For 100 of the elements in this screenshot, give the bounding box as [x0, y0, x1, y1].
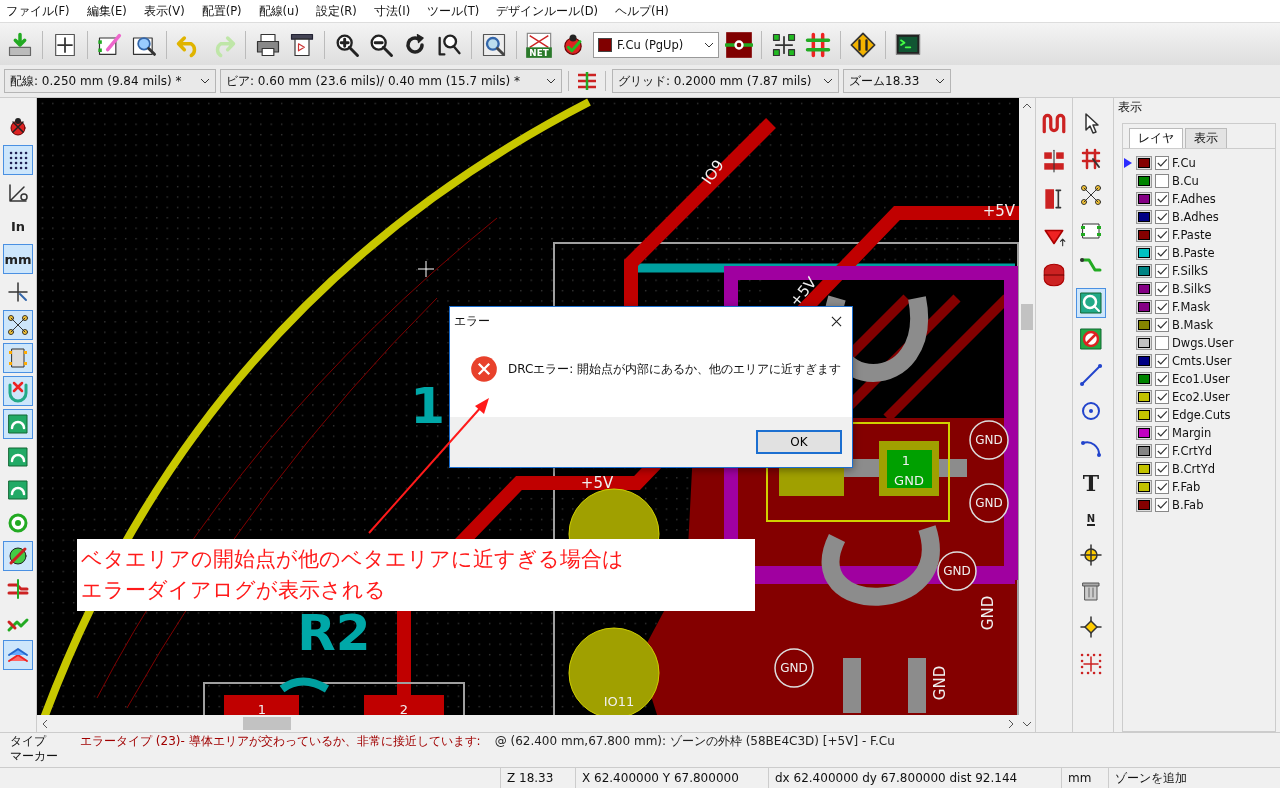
checkbox[interactable] — [1155, 282, 1169, 296]
gap-icon[interactable] — [1041, 148, 1067, 174]
layer-name[interactable]: Dwgs.User — [1172, 336, 1234, 350]
layer-name[interactable]: F.Paste — [1172, 228, 1212, 242]
menu-item[interactable]: 表示(V) — [143, 3, 185, 19]
track-spacing-icon[interactable] — [575, 69, 599, 93]
checkbox[interactable] — [1155, 462, 1169, 476]
menu-item[interactable]: 設定(R) — [315, 3, 357, 19]
layer-name[interactable]: Edge.Cuts — [1172, 408, 1231, 422]
layer-name[interactable]: B.CrtYd — [1172, 462, 1216, 476]
checkbox[interactable] — [1155, 354, 1169, 368]
menu-item[interactable]: ファイル(F) — [6, 3, 70, 19]
layer-pair-icon[interactable] — [725, 31, 753, 59]
layer-name[interactable]: F.Mask — [1172, 300, 1211, 314]
checkbox[interactable] — [1155, 156, 1169, 170]
checkbox[interactable] — [1155, 372, 1169, 386]
color-swatch[interactable] — [1136, 390, 1152, 404]
grid-dropdown[interactable]: グリッド: 0.2000 mm (7.87 mils) — [612, 69, 839, 93]
layer-name[interactable]: F.SilkS — [1172, 264, 1209, 278]
layer-name[interactable]: F.Cu — [1172, 156, 1196, 170]
layer-name[interactable]: F.Fab — [1172, 480, 1201, 494]
zoom-dropdown[interactable]: ズーム18.33 — [843, 69, 951, 93]
plotter-icon[interactable] — [288, 31, 316, 59]
layer-name[interactable]: B.Paste — [1172, 246, 1215, 260]
checkbox[interactable] — [1155, 174, 1169, 188]
color-swatch[interactable] — [1136, 426, 1152, 440]
tab[interactable]: レイヤ — [1129, 128, 1183, 148]
layer-name[interactable]: Eco2.User — [1172, 390, 1230, 404]
scroll-down-icon[interactable] — [1022, 719, 1032, 729]
scroll-right-icon[interactable] — [1006, 718, 1016, 729]
color-swatch[interactable] — [1136, 372, 1152, 386]
units-button[interactable]: mm — [3, 244, 33, 274]
layer-name[interactable]: F.CrtYd — [1172, 444, 1212, 458]
grid-hash-icon[interactable] — [804, 31, 832, 59]
color-swatch[interactable] — [1136, 318, 1152, 332]
layer-name[interactable]: Cmts.User — [1172, 354, 1232, 368]
checkbox[interactable] — [1155, 246, 1169, 260]
checkbox[interactable] — [1155, 498, 1169, 512]
text-tool-button[interactable]: T — [1076, 468, 1106, 498]
scroll-left-icon[interactable] — [40, 718, 50, 729]
color-swatch[interactable] — [1136, 228, 1152, 242]
via-size-dropdown[interactable]: ビア: 0.60 mm (23.6 mils)/ 0.40 mm (15.7 mils) * — [220, 69, 562, 93]
checkbox[interactable] — [1155, 480, 1169, 494]
color-swatch[interactable] — [1136, 408, 1152, 422]
menu-item[interactable]: 配線(u) — [258, 3, 299, 19]
color-swatch[interactable] — [1136, 300, 1152, 314]
checkbox[interactable] — [1155, 408, 1169, 422]
checkbox[interactable] — [1155, 318, 1169, 332]
color-swatch[interactable] — [1136, 498, 1152, 512]
scroll-up-icon[interactable] — [1022, 101, 1032, 111]
layer-name[interactable]: B.Fab — [1172, 498, 1204, 512]
ok-button[interactable]: OK — [756, 430, 842, 454]
color-swatch[interactable] — [1136, 246, 1152, 260]
color-swatch[interactable] — [1136, 210, 1152, 224]
color-swatch[interactable] — [1136, 282, 1152, 296]
layer-name[interactable]: B.Adhes — [1172, 210, 1219, 224]
color-swatch[interactable] — [1136, 444, 1152, 458]
checkbox[interactable] — [1155, 264, 1169, 278]
menu-item[interactable]: 編集(E) — [86, 3, 127, 19]
menu-item[interactable]: 配置(P) — [201, 3, 242, 19]
checkbox[interactable] — [1155, 210, 1169, 224]
tab[interactable]: 表示 — [1185, 128, 1227, 148]
checkbox[interactable] — [1155, 336, 1169, 350]
layer-name[interactable]: B.Mask — [1172, 318, 1214, 332]
layer-name[interactable]: Margin — [1172, 426, 1212, 440]
checkbox[interactable] — [1155, 192, 1169, 206]
track-width-dropdown[interactable]: 配線: 0.250 mm (9.84 mils) * — [4, 69, 216, 93]
search-icon[interactable] — [480, 31, 508, 59]
scrollbar-thumb[interactable] — [1021, 304, 1033, 330]
units-button[interactable]: In — [3, 211, 33, 241]
dimension-button[interactable]: N — [1076, 504, 1106, 534]
netlist-icon[interactable]: NET — [525, 31, 553, 59]
layer-name[interactable]: Eco1.User — [1172, 372, 1230, 386]
layer-name[interactable]: B.SilkS — [1172, 282, 1212, 296]
arc-stub-icon[interactable] — [1041, 262, 1067, 288]
layer-dropdown[interactable]: F.Cu (PgUp) — [593, 32, 719, 58]
footprint-move-icon[interactable] — [770, 31, 798, 59]
close-icon[interactable] — [831, 315, 842, 327]
tool-button[interactable] — [3, 310, 33, 340]
tool-button[interactable] — [3, 145, 33, 175]
checkbox[interactable] — [1155, 390, 1169, 404]
color-swatch[interactable] — [1136, 480, 1152, 494]
color-swatch[interactable] — [1136, 264, 1152, 278]
diamond-sign-icon[interactable] — [849, 31, 877, 59]
checkbox[interactable] — [1155, 426, 1169, 440]
color-swatch[interactable] — [1136, 192, 1152, 206]
tool-button[interactable] — [3, 541, 33, 571]
scrollbar-thumb[interactable] — [243, 717, 291, 730]
layer-name[interactable]: F.Adhes — [1172, 192, 1216, 206]
print-icon[interactable] — [254, 31, 282, 59]
layer-name[interactable]: B.Cu — [1172, 174, 1199, 188]
color-swatch[interactable] — [1136, 462, 1152, 476]
checkbox[interactable] — [1155, 300, 1169, 314]
download-icon[interactable] — [6, 31, 34, 59]
color-swatch[interactable] — [1136, 354, 1152, 368]
checkbox[interactable] — [1155, 444, 1169, 458]
menu-item[interactable]: 寸法(I) — [373, 3, 411, 19]
color-swatch[interactable] — [1136, 174, 1152, 188]
checkbox[interactable] — [1155, 228, 1169, 242]
menu-item[interactable]: ヘルプ(H) — [615, 3, 669, 19]
